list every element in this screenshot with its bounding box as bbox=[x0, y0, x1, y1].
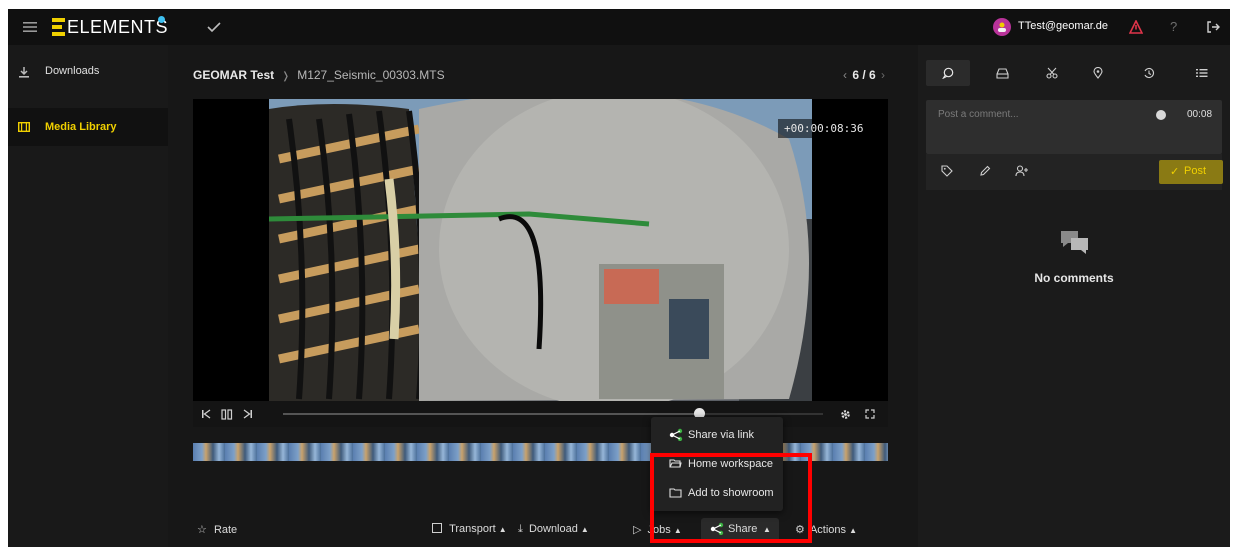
rate-button[interactable]: ☆ Rate bbox=[197, 523, 237, 536]
breadcrumb: GEOMAR Test ❭ M127_Seismic_00303.MTS bbox=[193, 68, 445, 82]
checkmark-icon[interactable] bbox=[206, 19, 222, 35]
rate-label: Rate bbox=[213, 524, 238, 536]
user-email[interactable]: TTest@geomar.de bbox=[1018, 20, 1108, 32]
user-avatar[interactable] bbox=[993, 18, 1011, 36]
alert-icon[interactable] bbox=[1128, 19, 1144, 35]
post-button[interactable]: ✓ Post bbox=[1159, 160, 1223, 184]
pause-icon[interactable] bbox=[219, 407, 235, 421]
tag-icon[interactable] bbox=[940, 164, 954, 178]
video-player[interactable]: +00:00:08:36 bbox=[193, 99, 888, 401]
skip-back-icon[interactable] bbox=[199, 407, 213, 421]
pencil-icon[interactable] bbox=[978, 164, 992, 178]
elements-logo-icon bbox=[52, 17, 66, 37]
skip-forward-icon[interactable] bbox=[241, 407, 255, 421]
pager: ‹ 6 / 6 › bbox=[843, 68, 885, 82]
caret-up-icon: ▲ bbox=[580, 525, 589, 534]
caret-up-icon: ▲ bbox=[849, 526, 857, 535]
pager-label: 6 / 6 bbox=[852, 68, 876, 82]
fullscreen-icon[interactable] bbox=[863, 407, 877, 421]
menu-item-share-via-link[interactable]: Share via link bbox=[651, 423, 783, 447]
elements-app: ELEMENTS TTest@geomar.de ? Downloads Med… bbox=[8, 9, 1230, 547]
tab-comments[interactable] bbox=[926, 60, 970, 86]
help-icon[interactable]: ? bbox=[1170, 19, 1177, 34]
sidebar-item-downloads[interactable]: Downloads bbox=[8, 60, 168, 86]
add-user-icon[interactable] bbox=[1014, 164, 1030, 178]
no-comments-text: No comments bbox=[1034, 271, 1114, 285]
comments-empty-icon bbox=[1060, 228, 1090, 258]
video-controls bbox=[193, 401, 888, 427]
video-frame bbox=[269, 99, 812, 401]
logo-dot-icon bbox=[158, 16, 165, 23]
highlight-box bbox=[650, 453, 812, 543]
share-link-icon bbox=[669, 428, 683, 444]
download-icon bbox=[17, 65, 31, 79]
film-icon bbox=[17, 120, 31, 134]
breadcrumb-root[interactable]: GEOMAR Test bbox=[193, 68, 274, 82]
check-icon: ✓ bbox=[1170, 166, 1180, 178]
tab-location[interactable] bbox=[1090, 65, 1106, 81]
transport-icon bbox=[432, 523, 442, 533]
sidebar-item-media-library[interactable]: Media Library bbox=[8, 108, 168, 146]
time-marker-toggle[interactable] bbox=[1156, 110, 1166, 120]
download-icon: ⤓ bbox=[518, 523, 523, 535]
comment-input[interactable]: Post a comment... 00:08 bbox=[926, 100, 1222, 154]
star-icon: ☆ bbox=[197, 524, 207, 536]
sidebar-item-label: Media Library bbox=[45, 121, 117, 133]
logo-text[interactable]: ELEMENTS bbox=[67, 17, 168, 38]
top-bar: ELEMENTS TTest@geomar.de ? bbox=[8, 9, 1230, 45]
tab-cut[interactable] bbox=[1044, 65, 1060, 81]
download-label: Download bbox=[528, 523, 578, 535]
actions-label: Actions bbox=[809, 524, 847, 536]
comment-toolbar: ✓ Post bbox=[926, 154, 1223, 190]
caret-up-icon: ▲ bbox=[498, 525, 507, 534]
prev-item-icon[interactable]: ‹ bbox=[843, 68, 847, 82]
breadcrumb-separator: ❭ bbox=[281, 71, 290, 82]
next-item-icon[interactable]: › bbox=[881, 68, 885, 82]
transport-button[interactable]: Transport ▲ bbox=[432, 523, 507, 535]
play-outline-icon: ▷ bbox=[633, 524, 642, 536]
comment-time: 00:08 bbox=[1187, 109, 1213, 120]
hamburger-menu-icon[interactable] bbox=[22, 19, 38, 35]
breadcrumb-file: M127_Seismic_00303.MTS bbox=[297, 68, 445, 82]
tab-history[interactable] bbox=[1141, 65, 1157, 81]
timecode-overlay: +00:00:08:36 bbox=[778, 119, 870, 138]
tab-list[interactable] bbox=[1194, 65, 1210, 81]
menu-item-label: Share via link bbox=[688, 429, 755, 441]
settings-gear-icon[interactable] bbox=[838, 407, 852, 421]
scrubber-progress bbox=[283, 413, 699, 415]
tab-metadata[interactable] bbox=[994, 65, 1010, 81]
sidebar-item-label: Downloads bbox=[45, 65, 100, 77]
logout-icon[interactable] bbox=[1205, 19, 1221, 35]
transport-label: Transport bbox=[449, 523, 496, 535]
main-content: GEOMAR Test ❭ M127_Seismic_00303.MTS ‹ 6… bbox=[183, 45, 903, 547]
playback-scrubber[interactable] bbox=[283, 408, 823, 419]
download-button[interactable]: ⤓ Download ▲ bbox=[518, 523, 589, 536]
comments-panel: Post a comment... 00:08 ✓ Post No commen… bbox=[918, 45, 1230, 547]
panel-tab-bar bbox=[918, 60, 1230, 86]
comment-placeholder: Post a comment... bbox=[938, 109, 1019, 120]
sidebar: Downloads Media Library bbox=[8, 45, 168, 547]
post-label: Post bbox=[1184, 165, 1207, 177]
